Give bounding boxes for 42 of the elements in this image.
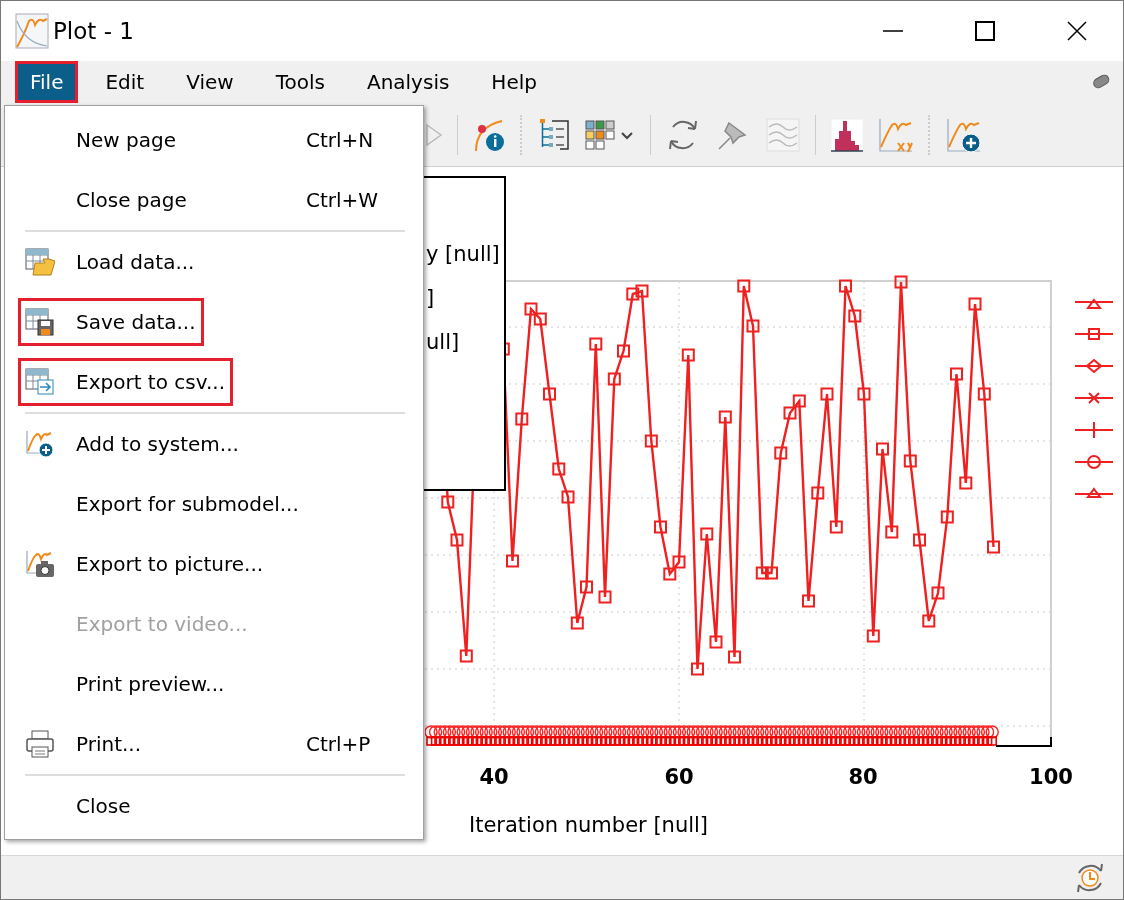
axis-title: Iteration number [null]	[469, 813, 709, 837]
printer-icon	[25, 729, 55, 759]
table-disk-icon	[25, 307, 55, 337]
menu-item[interactable]: Save data...	[5, 292, 423, 352]
menu-bar-item[interactable]: View	[171, 61, 249, 103]
menu-item[interactable]: New page Ctrl+N	[5, 110, 423, 170]
chart-plus-icon	[25, 429, 55, 459]
menu-item[interactable]: Close	[5, 776, 423, 836]
shortcut-text: Ctrl+P	[306, 732, 371, 756]
table-arrow-icon	[25, 367, 55, 397]
axis-tick-label: 80	[848, 765, 878, 789]
axis-tick-label: 60	[664, 765, 694, 789]
menu-item[interactable]: Load data...	[5, 232, 423, 292]
menu-item[interactable]: Print... Ctrl+P	[5, 714, 423, 774]
legend-text: ull]	[426, 329, 460, 356]
minimize-icon	[883, 30, 903, 32]
maximize-icon	[975, 21, 995, 41]
menu-item[interactable]: Add to system...	[5, 414, 423, 474]
app-icon	[15, 13, 49, 49]
menu-item[interactable]: Export to csv...	[5, 352, 423, 412]
menu-bar-item[interactable]: Tools	[260, 61, 340, 103]
chart-camera-icon	[25, 549, 55, 579]
histogram-icon[interactable]	[830, 116, 864, 153]
axis-tick-label: 40	[479, 765, 509, 789]
window-title: Plot - 1	[53, 18, 135, 44]
menu-item[interactable]: Export to picture...	[5, 534, 423, 594]
menu-bar-item[interactable]: Analysis	[351, 61, 465, 103]
menu-bar-item[interactable]: Help	[476, 61, 552, 103]
tree-list-icon[interactable]	[538, 116, 570, 153]
menu-bar-item[interactable]: Edit	[90, 61, 160, 103]
close-icon	[1067, 21, 1087, 41]
menu-bar-item[interactable]: File	[15, 61, 79, 103]
shortcut-text: Ctrl+W	[306, 188, 379, 212]
menu-item[interactable]: Close page Ctrl+W	[5, 170, 423, 230]
add-chart-icon[interactable]	[946, 116, 982, 153]
menu-item[interactable]: Export for submodel...	[5, 474, 423, 534]
menu-item[interactable]: Print preview...	[5, 654, 423, 714]
legend-text: y [null]	[426, 241, 500, 268]
shortcut-text: Ctrl+N	[306, 128, 374, 152]
table-folder-icon	[25, 247, 55, 277]
axis-tick-label: 100	[1029, 765, 1073, 789]
legend-text: ]	[426, 285, 435, 312]
